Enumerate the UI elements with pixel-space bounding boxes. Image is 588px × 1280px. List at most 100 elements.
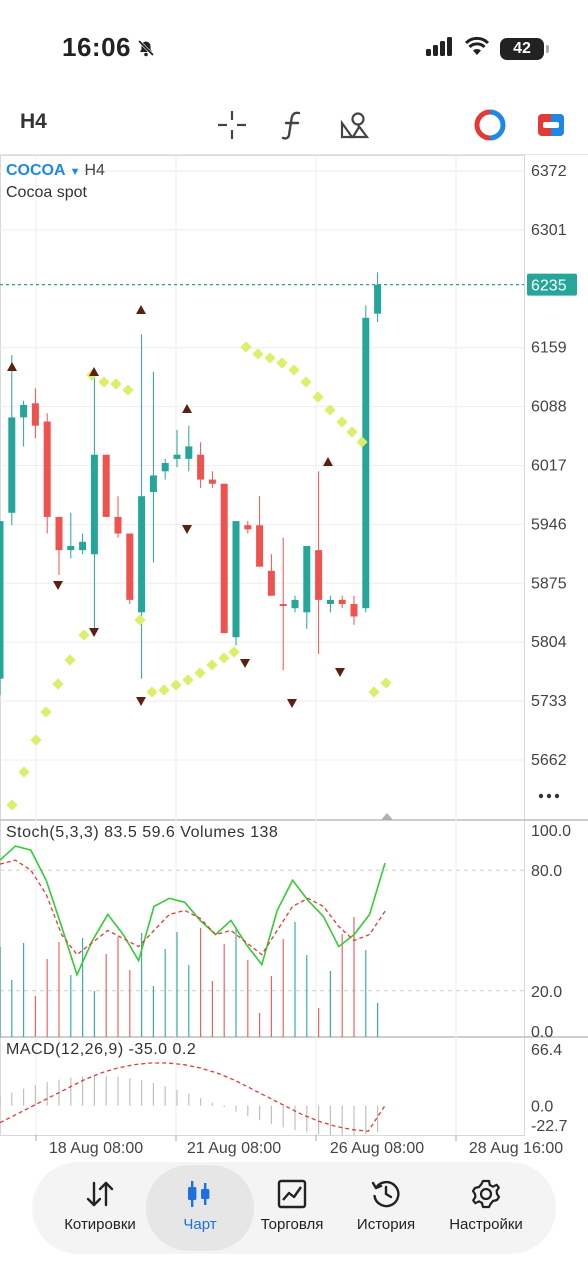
psar-dot [134,614,146,626]
nav-quotes-label: Котировки [64,1216,136,1233]
candle-body [102,454,110,517]
psar-dot [6,799,18,811]
time-tick-label: 26 Aug 08:00 [330,1140,424,1157]
candle-body [185,446,193,459]
chart-area[interactable]: 6372 6301 6159 6088 6017 5946 5875 5804 5733 5662… [0,155,588,1165]
candle-body [350,604,358,617]
status-bar: 16:06 42 [0,0,588,96]
psar-dot [30,734,42,746]
fractal-up-marker [136,305,146,314]
psar-dot [218,652,230,664]
symbol-name[interactable]: COCOA [6,162,66,179]
function-icon[interactable] [276,108,310,142]
candle-body [338,599,346,605]
psar-dot [64,654,76,666]
quotes-arrows-icon [84,1178,116,1210]
fractal-down-marker [53,581,63,590]
price-tick-label: 5946 [531,516,567,533]
candle-body [267,570,275,596]
candle-body [173,454,181,459]
psar-dot [40,706,52,718]
nav-history-label: История [356,1216,416,1233]
price-tick-label: 5875 [531,575,567,592]
nav-chart[interactable]: Чарт [150,1162,250,1254]
psar-dot [240,341,252,353]
candle-body [374,284,382,314]
macd-tick-label: -22.7 [531,1118,568,1135]
psar-dot [368,686,380,698]
price-chart[interactable]: 6372 6301 6159 6088 6017 5946 5875 5804 5733 5662… [0,155,588,1165]
psar-dot [52,678,64,690]
fractal-up-marker [323,457,333,466]
candle-body [126,533,134,600]
macd-signal-line [0,1062,386,1132]
stoch-tick-label: 20.0 [531,984,562,1001]
bottom-navigation: Котировки Чарт Торговля История Настройк… [32,1162,556,1254]
symbol-header: COCOA ▼ H4 [6,162,105,180]
nav-chart-label: Чарт [183,1216,217,1233]
psar-dot [146,686,158,698]
psar-dot [276,357,288,369]
time-tick-label: 28 Aug 16:00 [469,1140,563,1157]
fractal-up-marker [7,362,17,371]
candle-body [31,403,39,426]
nav-settings[interactable]: Настройки [436,1162,536,1254]
macd-tick-label: 66.4 [531,1042,562,1059]
candle-body [149,475,157,493]
history-clock-icon [370,1178,402,1210]
psar-dot [252,348,264,360]
stoch-tick-label: 0.0 [531,1024,553,1041]
stoch-tick-label: 100.0 [531,823,571,840]
candle-body [362,317,370,609]
time-tick-label: 21 Aug 08:00 [187,1140,281,1157]
timeframe-button[interactable]: H4 [20,110,47,134]
stoch-indicator-label[interactable]: Stoch(5,3,3) 83.5 59.6 Volumes 138 [6,824,278,842]
wifi-icon [464,36,490,61]
candle-body [220,483,228,634]
psar-dot [170,679,182,691]
settings-gear-icon [470,1178,502,1210]
nav-trade[interactable]: Торговля [242,1162,342,1254]
macd-indicator-label[interactable]: MACD(12,26,9) -35.0 0.2 [6,1041,196,1059]
price-tick-label: 6017 [531,458,567,475]
candle-body [279,604,287,607]
nav-settings-label: Настройки [449,1216,523,1233]
oneclick-trading-icon[interactable] [473,108,507,142]
psar-dot [324,404,336,416]
psar-dot [288,364,300,376]
signal-icon [426,36,454,61]
candle-body [303,545,311,613]
psar-dot [78,629,90,641]
candle-body [8,417,16,513]
psar-dot [346,426,358,438]
status-time: 16:06 [62,32,131,62]
nav-history[interactable]: История [336,1162,436,1254]
price-tick-label: 6088 [531,399,567,416]
candle-body [138,496,146,613]
psar-dot [336,416,348,428]
more-options-dot [546,793,552,799]
symbol-dropdown-icon[interactable]: ▼ [70,166,81,178]
candle-body [256,525,264,567]
psar-dot [110,378,122,390]
nav-trade-label: Торговля [260,1216,324,1233]
chart-toolbar: H4 [0,96,588,155]
candle-body [43,421,51,517]
crosshair-icon[interactable] [215,108,249,142]
candle-body [197,454,205,480]
price-tick-label: 5804 [531,634,567,651]
stoch-signal-line [0,859,386,956]
chart-window-icon[interactable] [534,108,568,142]
price-tick-label: 5662 [531,752,567,769]
psar-dot [380,677,392,689]
price-tick-label: 5733 [531,693,567,710]
candle-body [315,550,323,600]
nav-quotes[interactable]: Котировки [50,1162,150,1254]
more-options-dot [554,793,560,799]
battery-indicator: 42 [500,37,549,60]
candle-body [232,521,240,638]
psar-dot [182,674,194,686]
objects-icon[interactable] [337,108,371,142]
bell-muted-icon [136,38,156,63]
candle-body [208,479,216,484]
